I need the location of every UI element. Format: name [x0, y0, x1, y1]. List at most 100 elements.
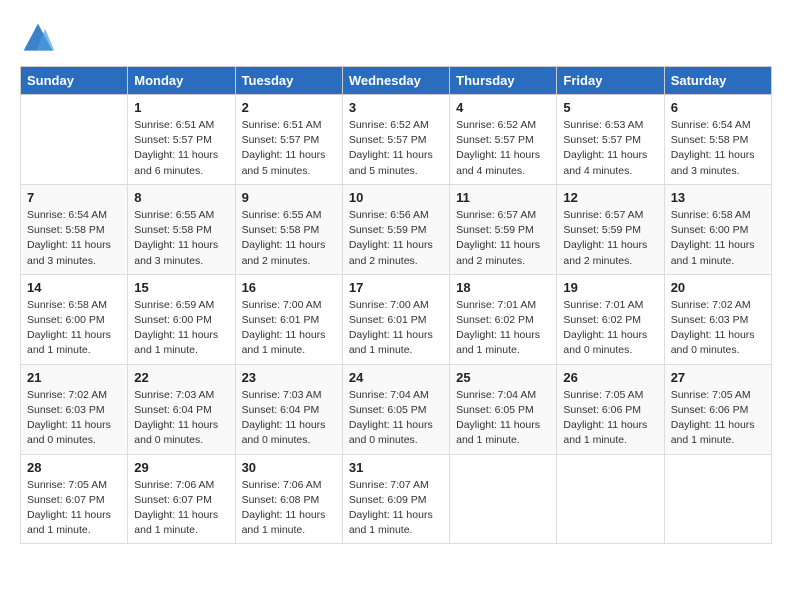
day-info: Sunrise: 6:54 AM Sunset: 5:58 PM Dayligh… [671, 118, 765, 179]
calendar-cell: 21Sunrise: 7:02 AM Sunset: 6:03 PM Dayli… [21, 364, 128, 454]
day-number: 1 [134, 100, 228, 115]
day-number: 15 [134, 280, 228, 295]
calendar-cell: 20Sunrise: 7:02 AM Sunset: 6:03 PM Dayli… [664, 274, 771, 364]
calendar-cell: 13 Sunrise: 6:58 AM Sunset: 6:00 PM Dayli… [664, 184, 771, 274]
calendar-cell: 23 Sunrise: 7:03 AM Sunset: 6:04 PM Dayli… [235, 364, 342, 454]
day-number: 8 [134, 190, 228, 205]
day-info: Sunrise: 7:06 AM Sunset: 6:08 PM Dayligh… [242, 478, 336, 539]
day-info: Sunrise: 7:02 AM Sunset: 6:03 PM Dayligh… [671, 298, 765, 359]
calendar-cell: 16 Sunrise: 7:00 AM Sunset: 6:01 PM Dayli… [235, 274, 342, 364]
day-number: 23 [242, 370, 336, 385]
day-number: 16 [242, 280, 336, 295]
day-number: 26 [563, 370, 657, 385]
calendar-body: 1 Sunrise: 6:51 AM Sunset: 5:57 PM Daylig… [21, 95, 772, 544]
calendar-cell: 19 Sunrise: 7:01 AM Sunset: 6:02 PM Dayli… [557, 274, 664, 364]
calendar-cell [21, 95, 128, 185]
day-info: Sunrise: 6:58 AM Sunset: 6:00 PM Dayligh… [671, 208, 765, 269]
day-number: 14 [27, 280, 121, 295]
day-info: Sunrise: 6:59 AM Sunset: 6:00 PM Dayligh… [134, 298, 228, 359]
calendar-cell: 25Sunrise: 7:04 AM Sunset: 6:05 PM Dayli… [450, 364, 557, 454]
calendar-cell: 9 Sunrise: 6:55 AM Sunset: 5:58 PM Daylig… [235, 184, 342, 274]
day-info: Sunrise: 6:53 AM Sunset: 5:57 PM Dayligh… [563, 118, 657, 179]
day-number: 9 [242, 190, 336, 205]
day-number: 4 [456, 100, 550, 115]
col-friday: Friday [557, 67, 664, 95]
day-info: Sunrise: 7:00 AM Sunset: 6:01 PM Dayligh… [242, 298, 336, 359]
day-number: 13 [671, 190, 765, 205]
day-number: 2 [242, 100, 336, 115]
calendar-cell: 28 Sunrise: 7:05 AM Sunset: 6:07 PM Dayli… [21, 454, 128, 544]
day-info: Sunrise: 6:51 AM Sunset: 5:57 PM Dayligh… [134, 118, 228, 179]
calendar-cell: 24 Sunrise: 7:04 AM Sunset: 6:05 PM Dayli… [342, 364, 449, 454]
calendar-cell: 15 Sunrise: 6:59 AM Sunset: 6:00 PM Dayli… [128, 274, 235, 364]
day-number: 31 [349, 460, 443, 475]
calendar-cell [450, 454, 557, 544]
calendar-cell: 26 Sunrise: 7:05 AM Sunset: 6:06 PM Dayli… [557, 364, 664, 454]
day-info: Sunrise: 7:04 AM Sunset: 6:05 PM Dayligh… [456, 388, 550, 449]
day-info: Sunrise: 6:52 AM Sunset: 5:57 PM Dayligh… [349, 118, 443, 179]
col-tuesday: Tuesday [235, 67, 342, 95]
calendar-cell: 6 Sunrise: 6:54 AM Sunset: 5:58 PM Daylig… [664, 95, 771, 185]
day-number: 3 [349, 100, 443, 115]
day-number: 28 [27, 460, 121, 475]
calendar-week-1: 1 Sunrise: 6:51 AM Sunset: 5:57 PM Daylig… [21, 95, 772, 185]
day-number: 19 [563, 280, 657, 295]
calendar-week-3: 14 Sunrise: 6:58 AM Sunset: 6:00 PM Dayli… [21, 274, 772, 364]
day-number: 27 [671, 370, 765, 385]
day-info: Sunrise: 7:05 AM Sunset: 6:06 PM Dayligh… [671, 388, 765, 449]
logo [20, 20, 60, 56]
calendar-cell: 8 Sunrise: 6:55 AM Sunset: 5:58 PM Daylig… [128, 184, 235, 274]
day-info: Sunrise: 7:01 AM Sunset: 6:02 PM Dayligh… [563, 298, 657, 359]
calendar-cell: 3 Sunrise: 6:52 AM Sunset: 5:57 PM Daylig… [342, 95, 449, 185]
day-info: Sunrise: 7:07 AM Sunset: 6:09 PM Dayligh… [349, 478, 443, 539]
day-info: Sunrise: 6:52 AM Sunset: 5:57 PM Dayligh… [456, 118, 550, 179]
calendar-week-5: 28 Sunrise: 7:05 AM Sunset: 6:07 PM Dayli… [21, 454, 772, 544]
day-number: 24 [349, 370, 443, 385]
calendar-cell [557, 454, 664, 544]
calendar-header-row: Sunday Monday Tuesday Wednesday Thursday… [21, 67, 772, 95]
day-info: Sunrise: 7:04 AM Sunset: 6:05 PM Dayligh… [349, 388, 443, 449]
day-info: Sunrise: 7:03 AM Sunset: 6:04 PM Dayligh… [134, 388, 228, 449]
calendar-cell [664, 454, 771, 544]
calendar-cell: 5 Sunrise: 6:53 AM Sunset: 5:57 PM Daylig… [557, 95, 664, 185]
day-number: 29 [134, 460, 228, 475]
calendar-table: Sunday Monday Tuesday Wednesday Thursday… [20, 66, 772, 544]
day-number: 17 [349, 280, 443, 295]
day-number: 6 [671, 100, 765, 115]
calendar-cell: 11Sunrise: 6:57 AM Sunset: 5:59 PM Dayli… [450, 184, 557, 274]
calendar-cell: 10Sunrise: 6:56 AM Sunset: 5:59 PM Dayli… [342, 184, 449, 274]
calendar-week-2: 7Sunrise: 6:54 AM Sunset: 5:58 PM Daylig… [21, 184, 772, 274]
day-info: Sunrise: 7:00 AM Sunset: 6:01 PM Dayligh… [349, 298, 443, 359]
calendar-cell: 18 Sunrise: 7:01 AM Sunset: 6:02 PM Dayli… [450, 274, 557, 364]
day-info: Sunrise: 6:58 AM Sunset: 6:00 PM Dayligh… [27, 298, 121, 359]
day-number: 30 [242, 460, 336, 475]
calendar-week-4: 21Sunrise: 7:02 AM Sunset: 6:03 PM Dayli… [21, 364, 772, 454]
day-number: 21 [27, 370, 121, 385]
calendar-cell: 2 Sunrise: 6:51 AM Sunset: 5:57 PM Daylig… [235, 95, 342, 185]
day-info: Sunrise: 6:54 AM Sunset: 5:58 PM Dayligh… [27, 208, 121, 269]
day-number: 5 [563, 100, 657, 115]
day-info: Sunrise: 7:03 AM Sunset: 6:04 PM Dayligh… [242, 388, 336, 449]
col-saturday: Saturday [664, 67, 771, 95]
day-number: 22 [134, 370, 228, 385]
page-header [20, 20, 772, 56]
day-info: Sunrise: 6:55 AM Sunset: 5:58 PM Dayligh… [134, 208, 228, 269]
calendar-cell: 22 Sunrise: 7:03 AM Sunset: 6:04 PM Dayli… [128, 364, 235, 454]
day-info: Sunrise: 7:01 AM Sunset: 6:02 PM Dayligh… [456, 298, 550, 359]
col-thursday: Thursday [450, 67, 557, 95]
col-wednesday: Wednesday [342, 67, 449, 95]
col-sunday: Sunday [21, 67, 128, 95]
day-number: 12 [563, 190, 657, 205]
calendar-cell: 7Sunrise: 6:54 AM Sunset: 5:58 PM Daylig… [21, 184, 128, 274]
day-number: 11 [456, 190, 550, 205]
logo-icon [20, 20, 56, 56]
day-number: 18 [456, 280, 550, 295]
day-info: Sunrise: 6:51 AM Sunset: 5:57 PM Dayligh… [242, 118, 336, 179]
calendar-cell: 31 Sunrise: 7:07 AM Sunset: 6:09 PM Dayli… [342, 454, 449, 544]
day-info: Sunrise: 7:05 AM Sunset: 6:06 PM Dayligh… [563, 388, 657, 449]
day-info: Sunrise: 6:55 AM Sunset: 5:58 PM Dayligh… [242, 208, 336, 269]
calendar-cell: 30 Sunrise: 7:06 AM Sunset: 6:08 PM Dayli… [235, 454, 342, 544]
calendar-cell: 17 Sunrise: 7:00 AM Sunset: 6:01 PM Dayli… [342, 274, 449, 364]
calendar-cell: 4 Sunrise: 6:52 AM Sunset: 5:57 PM Daylig… [450, 95, 557, 185]
day-info: Sunrise: 7:05 AM Sunset: 6:07 PM Dayligh… [27, 478, 121, 539]
